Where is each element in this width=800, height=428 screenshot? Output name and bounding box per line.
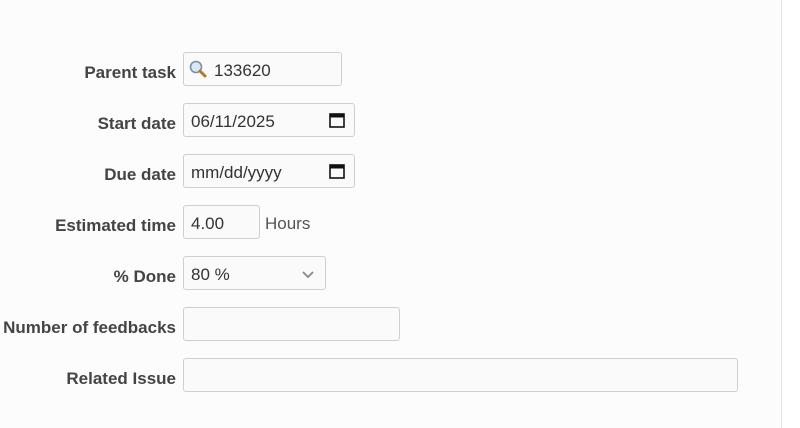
start-date-value: 06/11/2025	[191, 112, 275, 131]
parent-task-input[interactable]: 133620	[183, 52, 342, 86]
due-date-input[interactable]: mm/dd/yyyy	[183, 154, 355, 188]
done-row: % Done 80 %	[0, 256, 800, 292]
start-date-row: Start date 06/11/2025	[0, 103, 800, 139]
related-issue-input[interactable]	[183, 358, 738, 392]
search-icon	[188, 59, 208, 79]
estimated-time-value: 4.00	[191, 214, 225, 233]
estimated-time-row: Estimated time 4.00 Hours	[0, 205, 800, 241]
related-issue-row: Related Issue	[0, 358, 800, 394]
related-issue-label: Related Issue	[66, 369, 176, 388]
parent-task-value: 133620	[214, 61, 271, 80]
feedbacks-input[interactable]	[183, 307, 400, 341]
calendar-icon[interactable]	[329, 163, 345, 179]
due-date-label: Due date	[104, 165, 176, 184]
parent-task-row: Parent task 133620	[0, 52, 800, 88]
due-date-row: Due date mm/dd/yyyy	[0, 154, 800, 190]
parent-task-label: Parent task	[84, 63, 176, 82]
due-date-placeholder: mm/dd/yyyy	[191, 163, 282, 182]
estimated-time-label: Estimated time	[55, 216, 176, 235]
calendar-icon[interactable]	[329, 112, 345, 128]
chevron-down-icon	[301, 266, 315, 280]
done-select[interactable]: 80 %	[183, 256, 326, 290]
done-label: % Done	[113, 267, 176, 286]
feedbacks-label: Number of feedbacks	[3, 318, 176, 337]
done-value: 80 %	[191, 265, 230, 284]
issue-attributes-panel: Parent task 133620 Start date 06/11/2025	[0, 0, 782, 428]
estimated-time-unit: Hours	[265, 214, 311, 233]
start-date-input[interactable]: 06/11/2025	[183, 103, 355, 137]
start-date-label: Start date	[97, 114, 176, 133]
feedbacks-row: Number of feedbacks	[0, 307, 800, 343]
estimated-time-input[interactable]: 4.00	[183, 205, 260, 239]
